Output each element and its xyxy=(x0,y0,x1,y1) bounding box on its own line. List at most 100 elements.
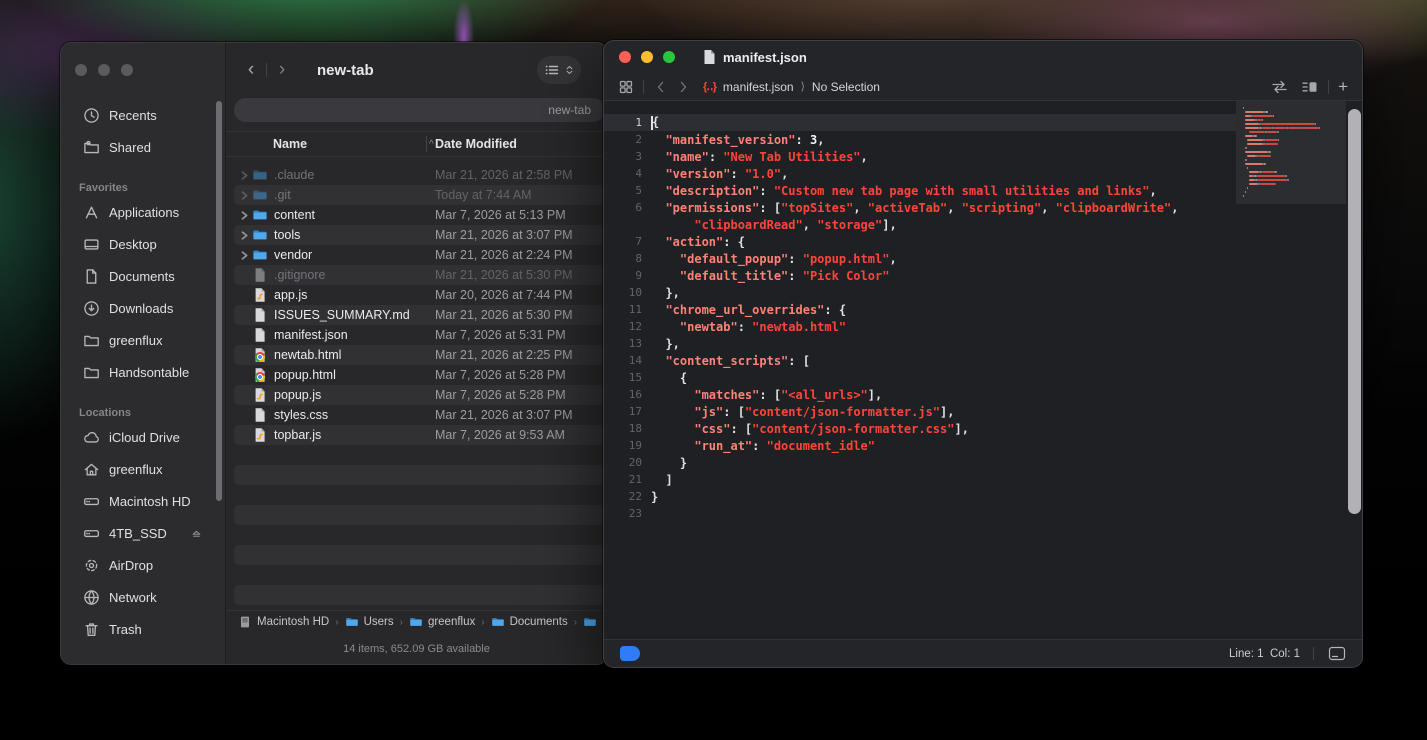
file-date-modified: Mar 7, 2026 at 5:13 PM xyxy=(435,208,566,222)
code-line[interactable]: 7 "action": { xyxy=(604,233,1236,250)
sidebar-item-documents[interactable]: Documents xyxy=(61,260,217,292)
zoom-button[interactable] xyxy=(663,51,675,63)
empty-row xyxy=(226,465,607,485)
eject-icon[interactable] xyxy=(190,527,203,540)
code-line[interactable]: 17 "js": ["content/json-formatter.js"], xyxy=(604,403,1236,420)
sidebar-item-downloads[interactable]: Downloads xyxy=(61,292,217,324)
file-row-git[interactable]: .gitToday at 7:44 AM xyxy=(226,185,607,205)
path-item-users[interactable]: Users xyxy=(345,615,394,629)
code-line[interactable]: 19 "run_at": "document_idle" xyxy=(604,437,1236,454)
file-row-newtab-html[interactable]: newtab.htmlMar 21, 2026 at 2:25 PM xyxy=(226,345,607,365)
code-line[interactable]: 5 "description": "Custom new tab page wi… xyxy=(604,182,1236,199)
sidebar-scrollbar[interactable] xyxy=(216,101,222,501)
file-row-content[interactable]: contentMar 7, 2026 at 5:13 PM xyxy=(226,205,607,225)
sidebar-item-macintosh-hd[interactable]: Macintosh HD xyxy=(61,485,217,517)
file-row-popup-html[interactable]: popup.htmlMar 7, 2026 at 5:28 PM xyxy=(226,365,607,385)
file-row-topbar-js[interactable]: topbar.jsMar 7, 2026 at 9:53 AM xyxy=(226,425,607,445)
file-row-popup-js[interactable]: popup.jsMar 7, 2026 at 5:28 PM xyxy=(226,385,607,405)
sidebar-item-icloud-drive[interactable]: iCloud Drive xyxy=(61,421,217,453)
forward-button[interactable]: › xyxy=(271,57,293,83)
code-text: }, xyxy=(651,337,680,351)
sidebar-item-recents[interactable]: Recents xyxy=(61,99,217,131)
disclosure-chevron-icon[interactable] xyxy=(240,231,250,240)
path-item-clipped[interactable] xyxy=(583,615,597,629)
disclosure-chevron-icon[interactable] xyxy=(240,251,250,260)
finder-sidebar: RecentsSharedFavoritesApplicationsDeskto… xyxy=(61,43,226,664)
code-line[interactable]: 23 xyxy=(604,505,1236,522)
code-line[interactable]: 9 "default_title": "Pick Color" xyxy=(604,267,1236,284)
sidebar-item-greenflux[interactable]: greenflux xyxy=(61,453,217,485)
code-line[interactable]: 13 }, xyxy=(604,335,1236,352)
code-line[interactable]: 16 "matches": ["<all_urls>"], xyxy=(604,386,1236,403)
sidebar-item-4tb-ssd[interactable]: 4TB_SSD xyxy=(61,517,217,549)
code-area[interactable]: 1{2 "manifest_version": 3,3 "name": "New… xyxy=(604,101,1362,639)
column-header-date[interactable]: Date Modified xyxy=(435,137,517,151)
code-lines: 1{2 "manifest_version": 3,3 "name": "New… xyxy=(604,114,1236,522)
disclosure-chevron-icon[interactable] xyxy=(240,171,250,180)
file-row-vendor[interactable]: vendorMar 21, 2026 at 2:24 PM xyxy=(226,245,607,265)
path-item-macintosh-hd[interactable]: Macintosh HD xyxy=(238,615,329,629)
file-row-manifest-json[interactable]: manifest.jsonMar 7, 2026 at 5:31 PM xyxy=(226,325,607,345)
new-tab-button[interactable]: + xyxy=(1338,77,1348,97)
column-divider[interactable] xyxy=(426,136,427,152)
minimap[interactable] xyxy=(1236,101,1346,639)
breadcrumb-file[interactable]: manifest.json xyxy=(723,80,794,94)
breadcrumb-selection[interactable]: No Selection xyxy=(812,80,880,94)
code-line[interactable]: "clipboardRead", "storage"], xyxy=(604,216,1236,233)
path-item-documents[interactable]: Documents xyxy=(491,615,568,629)
file-row-gitignore[interactable]: .gitignoreMar 21, 2026 at 5:30 PM xyxy=(226,265,607,285)
path-item-greenflux[interactable]: greenflux xyxy=(409,615,475,629)
close-button[interactable] xyxy=(75,64,87,76)
code-line[interactable]: 8 "default_popup": "popup.html", xyxy=(604,250,1236,267)
zoom-button[interactable] xyxy=(121,64,133,76)
folder-icon xyxy=(491,615,505,629)
code-line[interactable]: 3 "name": "New Tab Utilities", xyxy=(604,148,1236,165)
code-line[interactable]: 6 "permissions": ["topSites", "activeTab… xyxy=(604,199,1236,216)
edit-indicator-icon[interactable] xyxy=(620,646,640,661)
code-line[interactable]: 21 ] xyxy=(604,471,1236,488)
file-row-tools[interactable]: toolsMar 21, 2026 at 3:07 PM xyxy=(226,225,607,245)
sidebar-item-greenflux[interactable]: greenflux xyxy=(61,324,217,356)
sidebar-item-network[interactable]: Network xyxy=(61,581,217,613)
code-line[interactable]: 4 "version": "1.0", xyxy=(604,165,1236,182)
sidebar-item-handsontable[interactable]: Handsontable xyxy=(61,356,217,388)
sidebar-item-trash[interactable]: Trash xyxy=(61,613,217,645)
close-button[interactable] xyxy=(619,51,631,63)
code-line[interactable]: 14 "content_scripts": [ xyxy=(604,352,1236,369)
panel-layout-icon[interactable] xyxy=(1301,79,1319,95)
document-icon xyxy=(83,268,100,285)
sidebar-item-applications[interactable]: Applications xyxy=(61,196,217,228)
minimize-button[interactable] xyxy=(641,51,653,63)
file-row-app-js[interactable]: app.jsMar 20, 2026 at 7:44 PM xyxy=(226,285,607,305)
forward-button[interactable] xyxy=(675,79,691,95)
swap-arrows-icon[interactable] xyxy=(1270,79,1289,95)
code-line[interactable]: 15 { xyxy=(604,369,1236,386)
column-headers: Name ^ Date Modified xyxy=(226,131,607,156)
code-line[interactable]: 18 "css": ["content/json-formatter.css"]… xyxy=(604,420,1236,437)
back-button[interactable] xyxy=(653,79,669,95)
minimize-button[interactable] xyxy=(98,64,110,76)
view-options-control[interactable] xyxy=(537,56,581,84)
back-button[interactable]: ‹ xyxy=(240,57,262,83)
project-grid-icon[interactable] xyxy=(618,79,634,95)
proxy-path-field[interactable]: new-tab xyxy=(234,98,605,122)
sidebar-item-desktop[interactable]: Desktop xyxy=(61,228,217,260)
code-line[interactable]: 2 "manifest_version": 3, xyxy=(604,131,1236,148)
file-row-styles-css[interactable]: styles.cssMar 21, 2026 at 3:07 PM xyxy=(226,405,607,425)
vertical-scrollbar[interactable] xyxy=(1348,109,1361,514)
sidebar-item-airdrop[interactable]: AirDrop xyxy=(61,549,217,581)
reader-icon[interactable] xyxy=(1328,646,1346,661)
code-line[interactable]: 11 "chrome_url_overrides": { xyxy=(604,301,1236,318)
code-line-current[interactable]: 1{ xyxy=(604,114,1236,131)
sidebar-item-shared[interactable]: Shared xyxy=(61,131,217,163)
file-row-issues-summary-md[interactable]: ISSUES_SUMMARY.mdMar 21, 2026 at 5:30 PM xyxy=(226,305,607,325)
code-line[interactable]: 10 }, xyxy=(604,284,1236,301)
code-line[interactable]: 20 } xyxy=(604,454,1236,471)
code-line[interactable]: 22} xyxy=(604,488,1236,505)
code-line[interactable]: 12 "newtab": "newtab.html" xyxy=(604,318,1236,335)
file-row-claude[interactable]: .claudeMar 21, 2026 at 2:58 PM xyxy=(226,165,607,185)
column-header-name[interactable]: Name xyxy=(273,137,307,151)
disclosure-chevron-icon[interactable] xyxy=(240,211,250,220)
disclosure-chevron-icon[interactable] xyxy=(240,191,250,200)
line-number: 20 xyxy=(604,456,642,469)
